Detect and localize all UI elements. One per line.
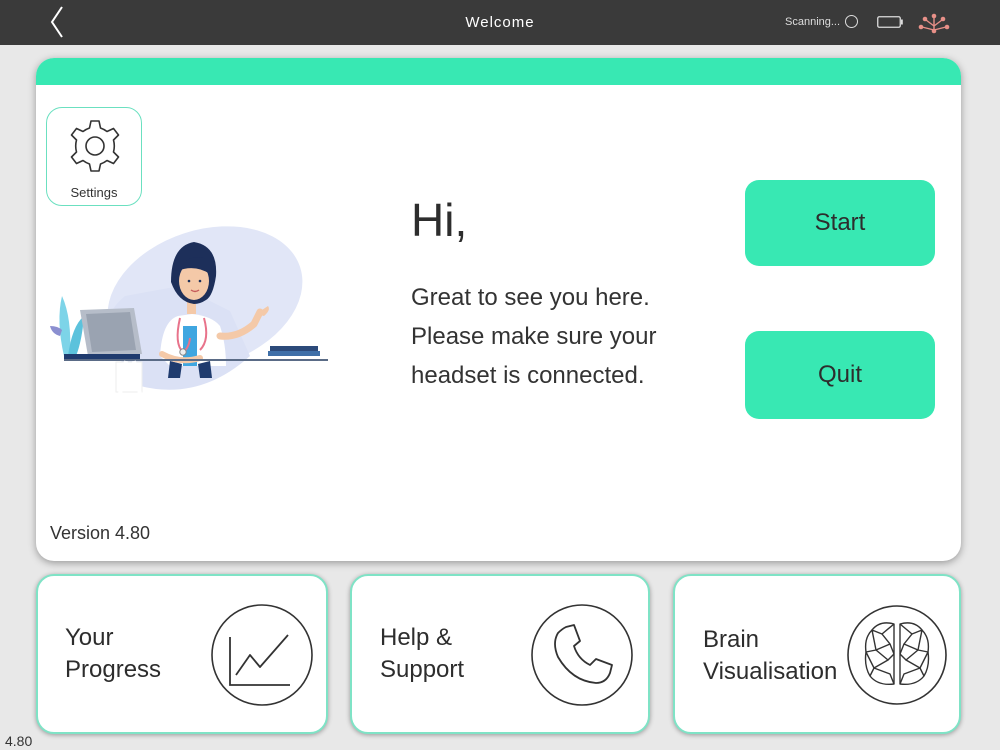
help-support-tile[interactable]: Help & Support [350,574,650,734]
tile-label-line: Help & [380,624,453,651]
scan-status: Scanning... [785,16,841,28]
footer-version: 4.80 [5,733,33,749]
phone-icon [531,604,633,706]
welcome-message: Great to see you here. Please make sure … [411,278,711,395]
greeting-heading: Hi, [411,194,468,246]
plant [50,296,84,356]
tile-label-line: Brain [703,626,760,653]
tile-label-line: Progress [65,656,162,683]
your-progress-tile[interactable]: Your Progress [36,574,328,734]
message-line: Please make sure your [411,323,657,350]
version-label: Version 4.80 [50,523,151,543]
quit-button[interactable]: Quit [745,331,935,419]
tile-label: Brain Visualisation [703,624,837,688]
brain-visualisation-tile[interactable]: Brain Visualisation [673,574,961,734]
tile-label-line: Visualisation [703,658,838,685]
gear-icon [70,120,120,172]
scan-circle-icon [845,15,858,28]
network-tree-icon[interactable] [918,10,950,35]
chart-line-icon [211,604,313,706]
tile-label: Your Progress [65,622,161,686]
message-line: headset is connected. [411,362,645,389]
tile-label-line: Your [65,624,114,651]
brain-icon [847,605,947,705]
top-bar: Welcome Scanning... [0,0,1000,45]
settings-button[interactable]: Settings [46,107,142,206]
settings-label: Settings [70,185,118,200]
tile-label-line: Support [380,656,465,683]
battery-icon [877,16,903,28]
doctor-illustration [50,226,328,395]
message-line: Great to see you here. [411,284,650,311]
welcome-card: Settings Hi, Great to see you here. Plea… [36,58,961,561]
start-button[interactable]: Start [745,180,935,266]
tile-label: Help & Support [380,622,464,686]
card-header-bar [36,58,961,85]
